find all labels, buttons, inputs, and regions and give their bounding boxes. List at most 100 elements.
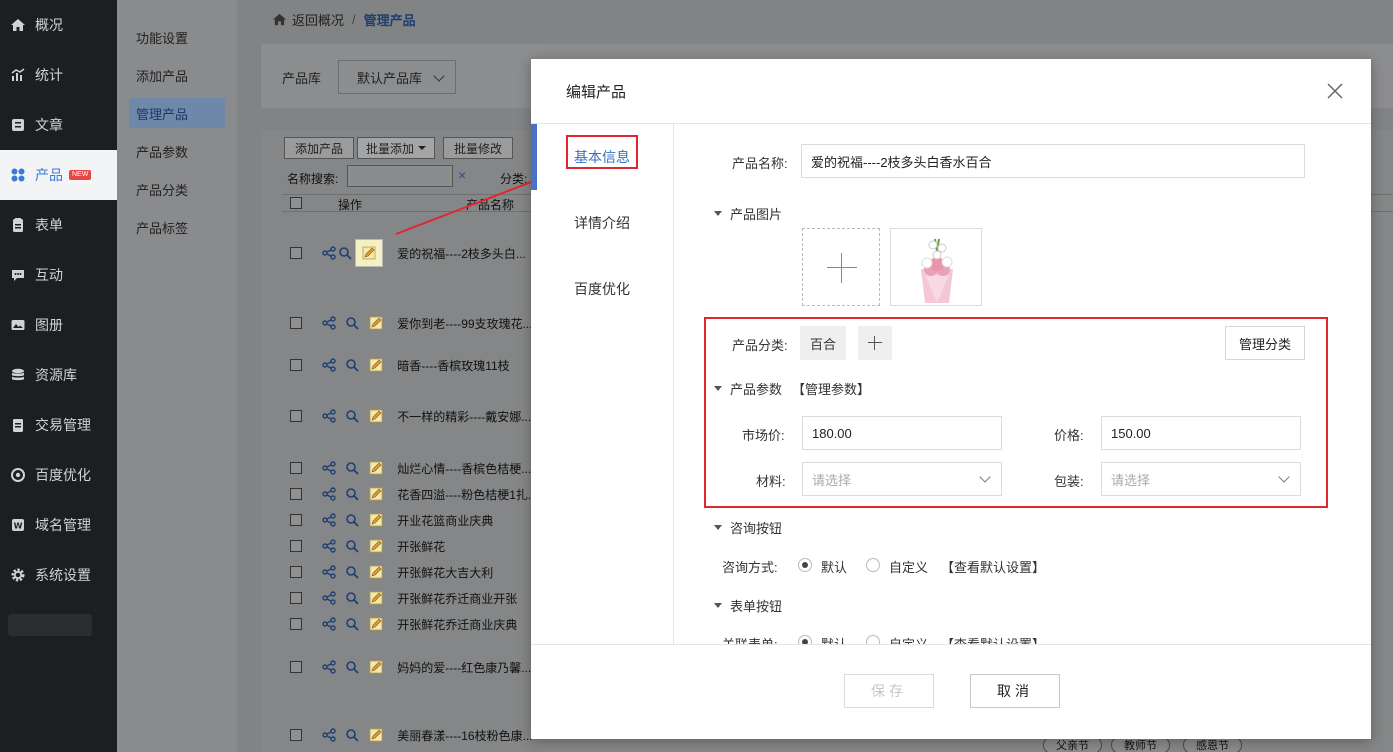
tab-basic-info[interactable]: 基本信息: [531, 124, 673, 190]
row-checkbox[interactable]: [290, 540, 302, 552]
search-icon[interactable]: [345, 539, 360, 553]
row-checkbox[interactable]: [290, 514, 302, 526]
market-price-input[interactable]: 180.00: [802, 416, 1002, 450]
edit-button[interactable]: [369, 316, 383, 330]
subnav-settings[interactable]: 功能设置: [129, 22, 225, 52]
edit-button[interactable]: [369, 617, 383, 631]
share-icon[interactable]: [321, 660, 336, 674]
nav-overview[interactable]: 概况: [0, 0, 117, 50]
nav-article[interactable]: 文章: [0, 100, 117, 150]
product-name-input[interactable]: 爱的祝福----2枝多头白香水百合: [801, 144, 1305, 178]
home-icon[interactable]: [272, 12, 287, 27]
share-icon[interactable]: [321, 409, 336, 423]
share-icon[interactable]: [321, 513, 336, 527]
share-icon[interactable]: [321, 591, 336, 605]
row-checkbox[interactable]: [290, 247, 302, 259]
row-product-name[interactable]: 美丽春漾----16枝粉色康...: [397, 727, 532, 744]
edit-button[interactable]: [369, 728, 383, 742]
search-icon[interactable]: [345, 487, 360, 501]
edit-button[interactable]: [369, 565, 383, 579]
edit-button[interactable]: [355, 239, 384, 267]
manage-category-button[interactable]: 管理分类: [1225, 326, 1305, 360]
edit-button[interactable]: [369, 660, 383, 674]
form-custom-radio[interactable]: [866, 635, 880, 644]
share-icon[interactable]: [321, 358, 336, 372]
row-checkbox[interactable]: [290, 317, 302, 329]
cancel-button[interactable]: 取消: [970, 674, 1060, 708]
add-product-button[interactable]: 添加产品: [284, 137, 354, 159]
edit-button[interactable]: [369, 487, 383, 501]
edit-button[interactable]: [369, 461, 383, 475]
clear-search-icon[interactable]: ×: [458, 167, 466, 183]
category-tag[interactable]: 百合: [800, 326, 846, 360]
search-icon[interactable]: [345, 565, 360, 579]
consult-custom-radio[interactable]: [866, 558, 880, 572]
edit-button[interactable]: [369, 513, 383, 527]
subnav-add-product[interactable]: 添加产品: [129, 60, 225, 90]
share-icon[interactable]: [321, 246, 336, 260]
subnav-product-category[interactable]: 产品分类: [129, 174, 225, 204]
search-icon[interactable]: [345, 358, 360, 372]
package-select[interactable]: 请选择: [1101, 462, 1301, 496]
row-product-name[interactable]: 开张鲜花乔迁商业庆典: [397, 616, 532, 633]
batch-edit-button[interactable]: 批量修改: [443, 137, 513, 159]
edit-button[interactable]: [369, 358, 383, 372]
search-input[interactable]: [347, 165, 453, 187]
edit-button[interactable]: [369, 591, 383, 605]
tab-baidu-seo[interactable]: 百度优化: [531, 256, 673, 322]
nav-form[interactable]: 表单: [0, 200, 117, 250]
form-section-header[interactable]: 表单按钮: [714, 596, 782, 615]
consult-section-header[interactable]: 咨询按钮: [714, 518, 782, 537]
row-product-name[interactable]: 开张鲜花: [397, 538, 532, 555]
row-checkbox[interactable]: [290, 618, 302, 630]
nav-product[interactable]: 产品 NEW: [0, 150, 117, 200]
row-product-name[interactable]: 爱的祝福----2枝多头白...: [397, 245, 532, 262]
nav-album[interactable]: 图册: [0, 300, 117, 350]
consult-default-label[interactable]: 默认: [821, 557, 847, 576]
edit-button[interactable]: [369, 409, 383, 423]
price-input[interactable]: 150.00: [1101, 416, 1301, 450]
search-icon[interactable]: [345, 617, 360, 631]
breadcrumb-back[interactable]: 返回概况: [292, 10, 344, 29]
share-icon[interactable]: [321, 617, 336, 631]
search-icon[interactable]: [345, 316, 360, 330]
subnav-product-params[interactable]: 产品参数: [129, 136, 225, 166]
row-product-name[interactable]: 不一样的精彩----戴安娜...: [397, 408, 532, 425]
form-custom-label[interactable]: 自定义: [889, 634, 928, 644]
subnav-manage-product[interactable]: 管理产品: [129, 98, 225, 128]
search-icon[interactable]: [345, 461, 360, 475]
nav-resources[interactable]: 资源库: [0, 350, 117, 400]
save-button[interactable]: 保存: [844, 674, 934, 708]
add-image-button[interactable]: [802, 228, 880, 306]
row-checkbox[interactable]: [290, 592, 302, 604]
image-section-header[interactable]: 产品图片: [714, 204, 782, 223]
form-view-default-link[interactable]: 【查看默认设置】: [941, 634, 1045, 644]
search-icon[interactable]: [345, 728, 360, 742]
edit-button[interactable]: [369, 539, 383, 553]
search-icon[interactable]: [345, 591, 360, 605]
nav-stats[interactable]: 统计: [0, 50, 117, 100]
share-icon[interactable]: [321, 539, 336, 553]
row-checkbox[interactable]: [290, 488, 302, 500]
batch-add-button[interactable]: 批量添加: [357, 137, 435, 159]
share-icon[interactable]: [321, 565, 336, 579]
search-icon[interactable]: [345, 513, 360, 527]
library-select[interactable]: 默认产品库: [338, 60, 456, 94]
row-product-name[interactable]: 妈妈的爱----红色康乃馨...: [397, 659, 532, 676]
row-product-name[interactable]: 灿烂心情----香槟色桔梗...: [397, 460, 532, 477]
row-checkbox[interactable]: [290, 410, 302, 422]
row-product-name[interactable]: 花香四溢----粉色桔梗1扎...: [397, 486, 532, 503]
nav-trade[interactable]: 交易管理: [0, 400, 117, 450]
subnav-product-tags[interactable]: 产品标签: [129, 212, 225, 242]
add-category-button[interactable]: [858, 326, 892, 360]
manage-params-link[interactable]: 【管理参数】: [792, 379, 870, 398]
search-icon[interactable]: [345, 660, 360, 674]
consult-default-radio[interactable]: [798, 558, 812, 572]
row-product-name[interactable]: 开张鲜花乔迁商业开张: [397, 590, 532, 607]
close-icon[interactable]: [1325, 81, 1345, 101]
select-all-checkbox[interactable]: [290, 197, 302, 209]
material-select[interactable]: 请选择: [802, 462, 1002, 496]
nav-baidu-seo[interactable]: 百度优化: [0, 450, 117, 500]
product-image-thumb[interactable]: [890, 228, 982, 306]
row-product-name[interactable]: 爱你到老----99支玫瑰花...: [397, 315, 532, 332]
